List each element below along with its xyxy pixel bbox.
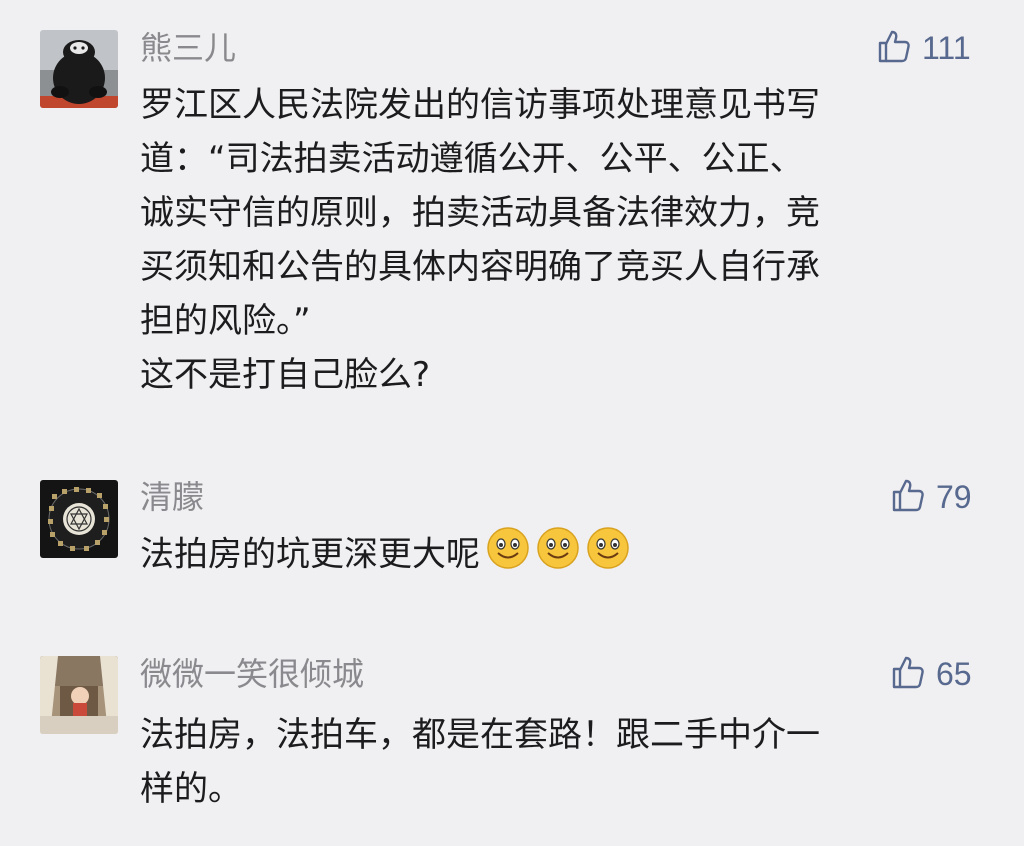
comment-line: 法拍房的坑更深更大呢	[140, 526, 636, 586]
thumbs-up-icon	[890, 654, 926, 694]
thumbs-up-icon	[876, 28, 912, 68]
username[interactable]: 熊三儿	[140, 28, 236, 68]
like-count: 65	[936, 656, 972, 692]
comment-text: 法拍房的坑更深更大呢	[140, 526, 636, 586]
comment-line: 罗江区人民法院发出的信访事项处理意见书写	[140, 85, 820, 125]
username[interactable]: 微微一笑很倾城	[140, 654, 364, 694]
comment-feed: 熊三儿 111 罗江区人民法院发出的信访事项处理意见书写 道：“司法拍卖活动遵循…	[0, 0, 1024, 846]
comment-line: 法拍房，法拍车，都是在套路！跟二手中介一	[140, 715, 820, 755]
avatar[interactable]	[40, 30, 118, 108]
like-count: 111	[922, 30, 971, 66]
comment-text: 法拍房，法拍车，都是在套路！跟二手中介一 样的。	[140, 708, 820, 816]
smile-emoji-icon	[486, 526, 530, 586]
avatar[interactable]	[40, 656, 118, 734]
like-button[interactable]: 65	[890, 654, 972, 694]
comment-line: 买须知和公告的具体内容明确了竞买人自行承	[140, 247, 820, 287]
comment-line-text: 法拍房的坑更深更大呢	[140, 534, 480, 575]
comment-line: 道：“司法拍卖活动遵循公开、公平、公正、	[140, 139, 804, 179]
comment-line: 担的风险。”	[140, 301, 311, 341]
emoji-row	[486, 526, 636, 586]
smile-emoji-icon	[586, 526, 630, 586]
comment-line: 样的。	[140, 769, 242, 809]
like-count: 79	[936, 479, 972, 515]
avatar[interactable]	[40, 480, 118, 558]
comment-line: 这不是打自己脸么?	[140, 355, 431, 395]
like-button[interactable]: 111	[876, 28, 971, 68]
like-button[interactable]: 79	[890, 477, 972, 517]
thumbs-up-icon	[890, 477, 926, 517]
comment-text: 罗江区人民法院发出的信访事项处理意见书写 道：“司法拍卖活动遵循公开、公平、公正…	[140, 78, 820, 402]
username[interactable]: 清朦	[140, 477, 204, 517]
comment-line: 诚实守信的原则，拍卖活动具备法律效力，竞	[140, 193, 820, 233]
smile-emoji-icon	[536, 526, 580, 586]
